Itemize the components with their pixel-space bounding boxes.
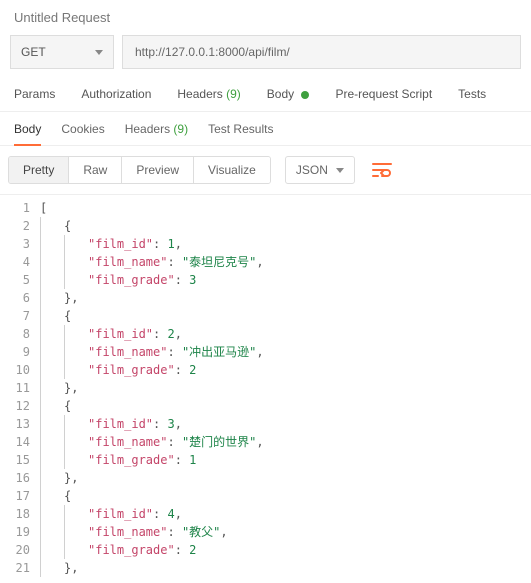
code-line[interactable]: }, (40, 559, 531, 577)
resp-tab-headers[interactable]: Headers (9) (125, 122, 188, 145)
code-line[interactable]: { (40, 487, 531, 505)
response-tabs: Body Cookies Headers (9) Test Results (0, 112, 531, 146)
line-number[interactable]: 7 (0, 307, 30, 325)
line-number[interactable]: 15 (0, 451, 30, 469)
format-value: JSON (296, 163, 328, 177)
line-number[interactable]: 4 (0, 253, 30, 271)
code-line[interactable]: "film_id": 4, (40, 505, 531, 523)
request-tabs: Params Authorization Headers (9) Body Pr… (0, 79, 531, 112)
line-number[interactable]: 12 (0, 397, 30, 415)
resp-headers-count: (9) (173, 122, 188, 136)
line-number[interactable]: 11 (0, 379, 30, 397)
resp-tab-headers-label: Headers (125, 122, 170, 136)
line-number[interactable]: 3 (0, 235, 30, 253)
line-number[interactable]: 9 (0, 343, 30, 361)
view-pretty-button[interactable]: Pretty (9, 157, 69, 183)
view-preview-button[interactable]: Preview (122, 157, 194, 183)
url-value: http://127.0.0.1:8000/api/film/ (135, 45, 290, 59)
tab-prerequest[interactable]: Pre-request Script (335, 87, 432, 111)
chevron-down-icon (336, 168, 344, 173)
code-line[interactable]: "film_grade": 3 (40, 271, 531, 289)
code-line[interactable]: "film_id": 3, (40, 415, 531, 433)
resp-tab-body[interactable]: Body (14, 122, 41, 146)
code-line[interactable]: "film_id": 2, (40, 325, 531, 343)
line-number[interactable]: 14 (0, 433, 30, 451)
code-line[interactable]: "film_grade": 2 (40, 541, 531, 559)
code-line[interactable]: [ (40, 199, 531, 217)
code-line[interactable]: "film_id": 1, (40, 235, 531, 253)
tab-body[interactable]: Body (267, 87, 310, 111)
line-number-gutter: 123456789101112131415161718192021 (0, 195, 40, 581)
code-line[interactable]: "film_name": "泰坦尼克号", (40, 253, 531, 271)
line-number[interactable]: 2 (0, 217, 30, 235)
code-line[interactable]: }, (40, 289, 531, 307)
line-number[interactable]: 19 (0, 523, 30, 541)
code-lines: [{"film_id": 1,"film_name": "泰坦尼克号","fil… (40, 195, 531, 581)
line-number[interactable]: 17 (0, 487, 30, 505)
line-number[interactable]: 10 (0, 361, 30, 379)
chevron-down-icon (95, 50, 103, 55)
tab-headers-label: Headers (177, 87, 222, 101)
body-indicator-dot (301, 91, 309, 99)
code-line[interactable]: }, (40, 379, 531, 397)
line-number[interactable]: 18 (0, 505, 30, 523)
line-number[interactable]: 21 (0, 559, 30, 577)
url-input[interactable]: http://127.0.0.1:8000/api/film/ (122, 35, 521, 69)
format-select[interactable]: JSON (285, 156, 355, 184)
view-mode-group: Pretty Raw Preview Visualize (8, 156, 271, 184)
code-line[interactable]: "film_name": "冲出亚马逊", (40, 343, 531, 361)
line-number[interactable]: 6 (0, 289, 30, 307)
line-number[interactable]: 16 (0, 469, 30, 487)
view-visualize-button[interactable]: Visualize (194, 157, 270, 183)
line-number[interactable]: 20 (0, 541, 30, 559)
code-line[interactable]: }, (40, 469, 531, 487)
request-title: Untitled Request (0, 0, 531, 31)
code-line[interactable]: { (40, 307, 531, 325)
resp-tab-cookies[interactable]: Cookies (61, 122, 104, 145)
response-view-toolbar: Pretty Raw Preview Visualize JSON (0, 146, 531, 195)
code-line[interactable]: "film_grade": 1 (40, 451, 531, 469)
headers-count: (9) (226, 87, 241, 101)
code-line[interactable]: "film_name": "教父", (40, 523, 531, 541)
http-method-value: GET (21, 45, 46, 59)
tab-authorization[interactable]: Authorization (81, 87, 151, 111)
line-number[interactable]: 8 (0, 325, 30, 343)
tab-body-label: Body (267, 87, 294, 101)
response-body-editor[interactable]: 123456789101112131415161718192021 [{"fil… (0, 195, 531, 581)
request-row: GET http://127.0.0.1:8000/api/film/ (0, 31, 531, 79)
http-method-select[interactable]: GET (10, 35, 114, 69)
code-line[interactable]: "film_name": "楚门的世界", (40, 433, 531, 451)
resp-tab-testresults[interactable]: Test Results (208, 122, 273, 145)
code-line[interactable]: { (40, 397, 531, 415)
line-number[interactable]: 5 (0, 271, 30, 289)
view-raw-button[interactable]: Raw (69, 157, 122, 183)
wrap-lines-button[interactable] (365, 156, 399, 184)
line-number[interactable]: 13 (0, 415, 30, 433)
wrap-lines-icon (372, 162, 392, 178)
line-number[interactable]: 1 (0, 199, 30, 217)
tab-headers[interactable]: Headers (9) (177, 87, 240, 111)
tab-params[interactable]: Params (14, 87, 55, 111)
code-line[interactable]: "film_grade": 2 (40, 361, 531, 379)
tab-tests[interactable]: Tests (458, 87, 486, 111)
code-line[interactable]: { (40, 217, 531, 235)
